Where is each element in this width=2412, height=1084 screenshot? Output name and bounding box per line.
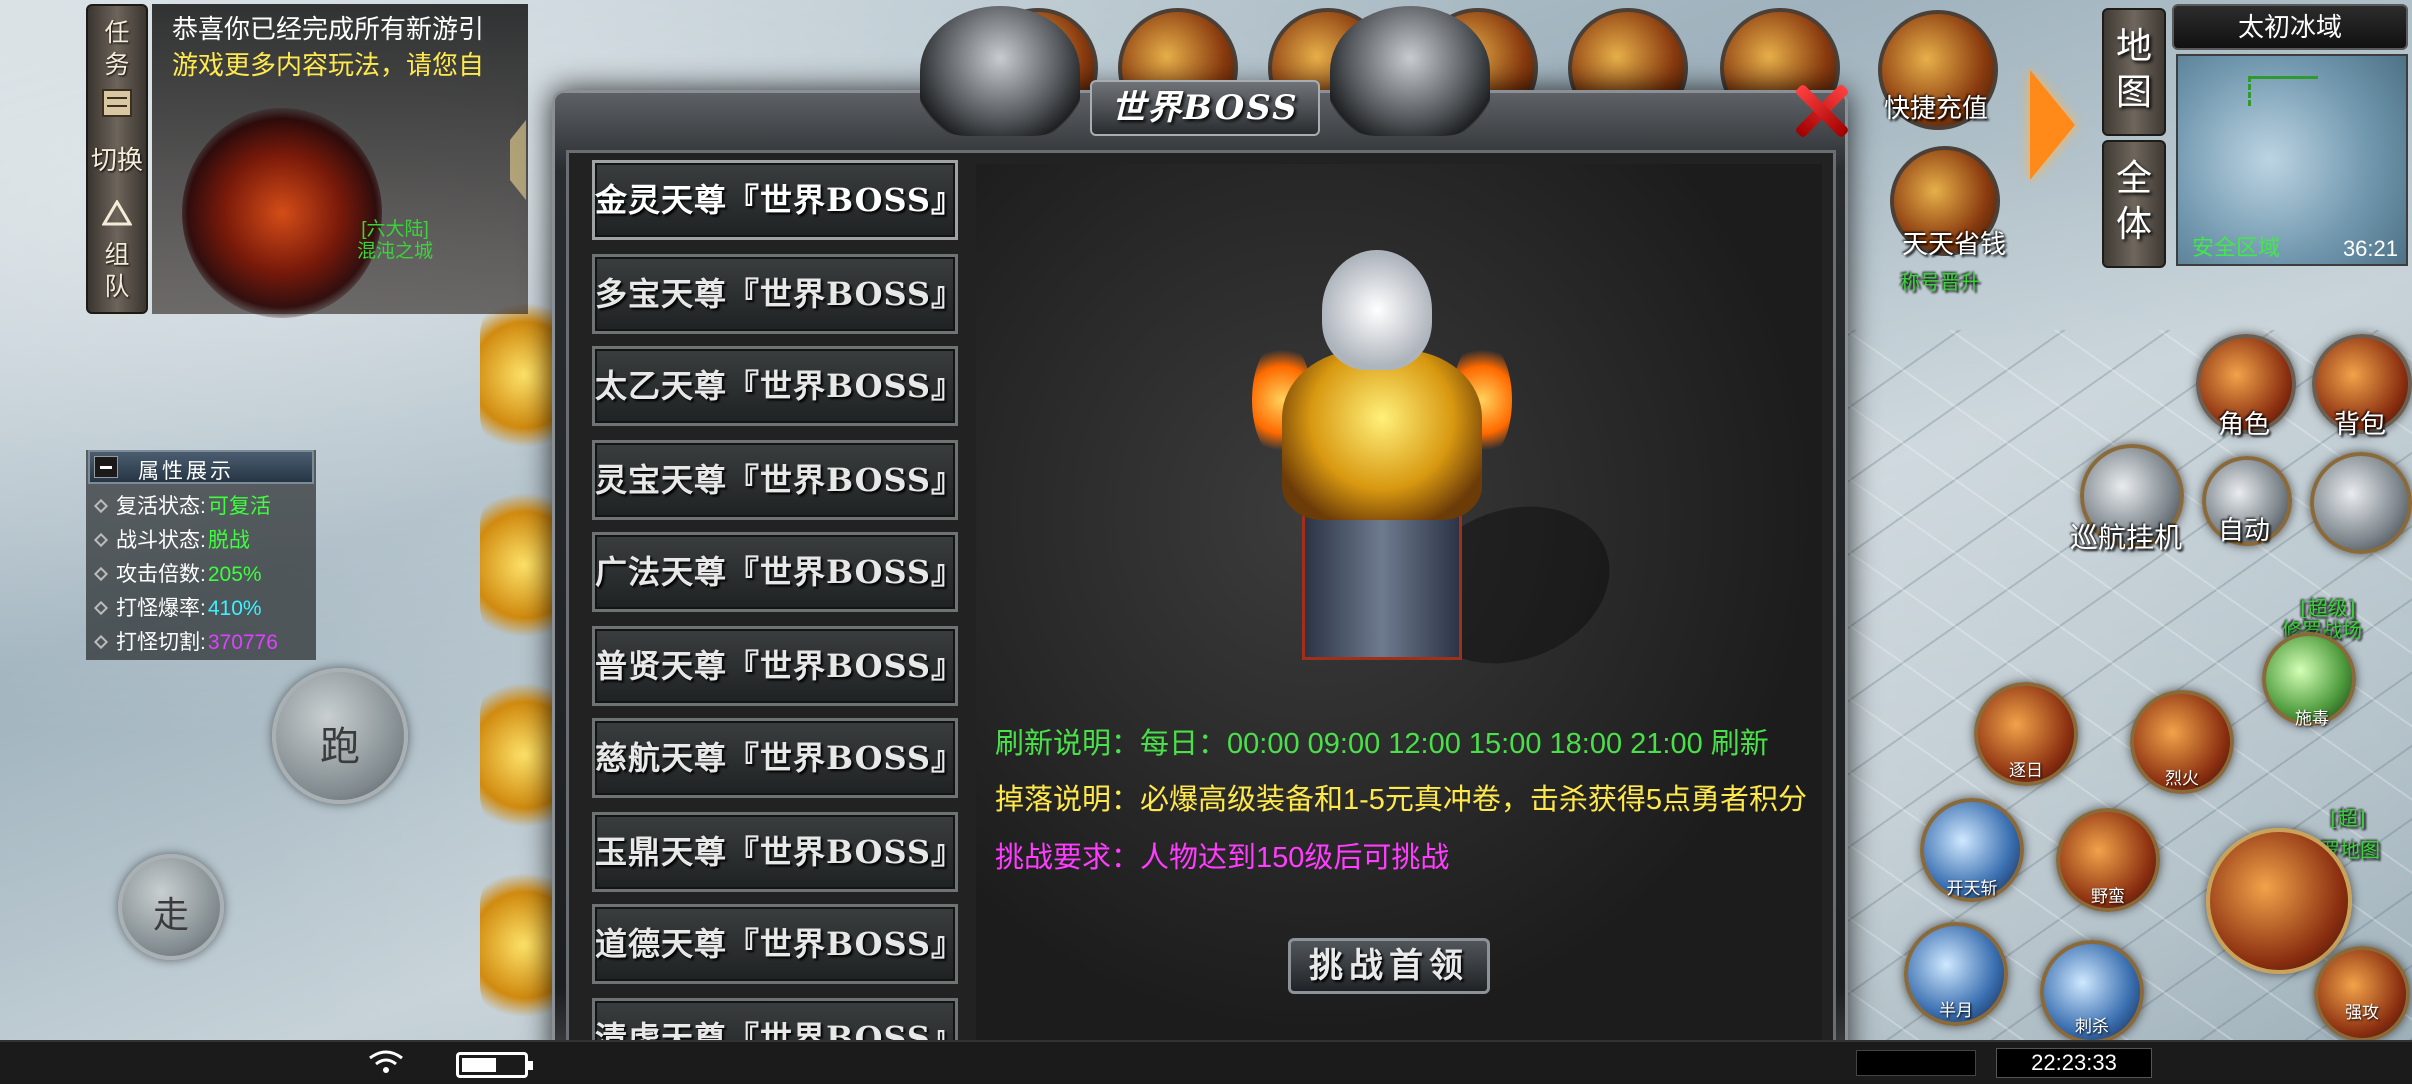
diamond-bullet-icon <box>93 532 109 548</box>
tab-team-char2[interactable]: 队 <box>88 272 146 302</box>
quest-text-line1: 恭喜你已经完成所有新游引 <box>172 14 485 44</box>
minimap-marker-icon <box>2248 76 2318 106</box>
refresh-info: 刷新说明：每日：00:00 09:00 12:00 15:00 18:00 21… <box>995 728 1769 760</box>
battery-icon <box>456 1052 533 1078</box>
attribute-value: 脱战 <box>207 529 250 552</box>
requirement-info: 挑战要求：人物达到150级后可挑战 <box>995 842 1450 874</box>
compass-button[interactable] <box>2310 452 2412 554</box>
diamond-bullet-icon <box>93 498 109 514</box>
bag-label: 背包 <box>2334 410 2387 440</box>
recharge-label: 快捷充值 <box>1884 94 1989 124</box>
boss-model <box>1252 250 1632 690</box>
close-icon[interactable] <box>1790 78 1856 144</box>
quest-side-tabs: 任 务 切换 组 队 <box>86 4 148 314</box>
boss-list-item[interactable]: 多宝天尊『世界BOSS』 <box>592 254 958 334</box>
tab-task-char1[interactable]: 任 <box>88 18 146 48</box>
attribute-row: 攻击倍数:205% <box>90 558 262 590</box>
skill-half-moon-label: 半月 <box>1939 1001 1973 1021</box>
skill-strong-attack-label: 强攻 <box>2345 1003 2379 1023</box>
boss-list-item[interactable]: 清虚天尊『世界BOSS』 <box>592 998 958 1042</box>
attribute-row: 打怪切割:370776 <box>90 626 278 658</box>
boss-list[interactable]: 金灵天尊『世界BOSS』 多宝天尊『世界BOSS』 太乙天尊『世界BOSS』 灵… <box>592 160 958 1042</box>
diamond-bullet-icon <box>93 566 109 582</box>
boss-list-item[interactable]: 道德天尊『世界BOSS』 <box>592 904 958 984</box>
save-money-label: 天天省钱 <box>1902 230 2007 260</box>
boss-list-item[interactable]: 玉鼎天尊『世界BOSS』 <box>592 812 958 892</box>
run-button-label: 跑 <box>320 724 360 770</box>
team-icon <box>88 199 146 230</box>
portal-label-city: 混沌之城 <box>356 241 433 262</box>
attribute-key: 复活状态: <box>116 495 206 518</box>
attribute-value: 410% <box>207 597 262 620</box>
attribute-value: 可复活 <box>207 495 271 518</box>
system-clock: 22:23:33 <box>1996 1048 2152 1078</box>
skill-main-attack[interactable] <box>2206 828 2352 974</box>
skill-savage-label: 野蛮 <box>2091 887 2125 907</box>
attribute-key: 战斗状态: <box>116 529 206 552</box>
collapse-arrow-icon[interactable] <box>502 120 526 200</box>
challenge-boss-button[interactable]: 挑战首领 <box>1288 938 1490 994</box>
run-button[interactable]: 跑 <box>272 668 408 804</box>
attribute-key: 攻击倍数: <box>116 563 206 586</box>
wifi-icon <box>366 1049 406 1075</box>
role-label: 角色 <box>2218 410 2271 440</box>
auto-label: 自动 <box>2218 516 2271 546</box>
map-button[interactable]: 地图 <box>2102 8 2166 136</box>
skill-poison-label: 施毒 <box>2295 709 2329 729</box>
skill-strong-attack[interactable] <box>2314 946 2410 1042</box>
minimap[interactable]: 安全区域 36:21 <box>2176 54 2408 266</box>
attribute-row: 复活状态:可复活 <box>90 490 271 522</box>
title-promo-label[interactable]: 称号晋升 <box>1900 266 1980 295</box>
map-time: 36:21 <box>2342 236 2398 261</box>
diamond-bullet-icon <box>93 600 109 616</box>
boss-armor <box>1282 350 1482 520</box>
zone-name: 太初冰域 <box>2172 4 2408 50</box>
tab-task-char2[interactable]: 务 <box>88 50 146 80</box>
expand-arrow-icon[interactable] <box>2030 70 2075 180</box>
drop-info: 掉落说明：必爆高级装备和1-5元真冲卷，击杀获得5点勇者积分 <box>995 784 1808 816</box>
attribute-key: 打怪切割: <box>116 631 206 654</box>
dragon-ornament-left-icon <box>920 6 1080 136</box>
boss-list-item[interactable]: 太乙天尊『世界BOSS』 <box>592 346 958 426</box>
attribute-row: 战斗状态:脱战 <box>90 524 250 556</box>
dialog-title: 世界BOSS <box>1090 80 1320 136</box>
boss-head <box>1322 250 1432 370</box>
boss-list-item[interactable]: 灵宝天尊『世界BOSS』 <box>592 440 958 520</box>
scroll-icon <box>88 86 146 126</box>
attribute-panel-title: 属性展示 <box>138 460 234 483</box>
patrol-label: 巡航挂机 <box>2070 521 2183 554</box>
tab-team-char1[interactable]: 组 <box>88 240 146 270</box>
quest-text-line2: 游戏更多内容玩法，请您自 <box>172 50 485 80</box>
skill-heaven-slash-label: 开天斩 <box>1946 879 1998 899</box>
boss-legs <box>1302 510 1462 660</box>
skill-blaze-label: 烈火 <box>2165 769 2199 789</box>
diamond-bullet-icon <box>93 634 109 650</box>
safe-zone-label: 安全区域 <box>2192 235 2281 260</box>
boss-list-item[interactable]: 慈航天尊『世界BOSS』 <box>592 718 958 798</box>
dragon-ornament-right-icon <box>1330 6 1490 136</box>
boss-list-item[interactable]: 广法天尊『世界BOSS』 <box>592 532 958 612</box>
walk-button[interactable]: 走 <box>118 854 224 960</box>
skill-sun-chase-label: 逐日 <box>2009 761 2043 781</box>
collapse-minus-icon[interactable] <box>94 456 118 478</box>
attribute-value: 370776 <box>207 631 278 654</box>
switch-button[interactable]: 切换 <box>88 146 146 176</box>
boss-list-item[interactable]: 金灵天尊『世界BOSS』 <box>592 160 958 240</box>
side-event-label-3[interactable]: [超] <box>2330 802 2366 831</box>
attribute-panel-header[interactable]: 属性展示 <box>88 450 314 484</box>
attribute-value: 205% <box>207 563 262 586</box>
attribute-row: 打怪爆率:410% <box>90 592 262 624</box>
skill-assassinate-label: 刺杀 <box>2075 1017 2109 1037</box>
attribute-key: 打怪爆率: <box>116 597 206 620</box>
full-button[interactable]: 全体 <box>2102 140 2166 268</box>
walk-button-label: 走 <box>152 895 189 936</box>
boss-list-item[interactable]: 普贤天尊『世界BOSS』 <box>592 626 958 706</box>
portal-icon[interactable] <box>182 108 382 318</box>
status-strip <box>1856 1050 1976 1076</box>
